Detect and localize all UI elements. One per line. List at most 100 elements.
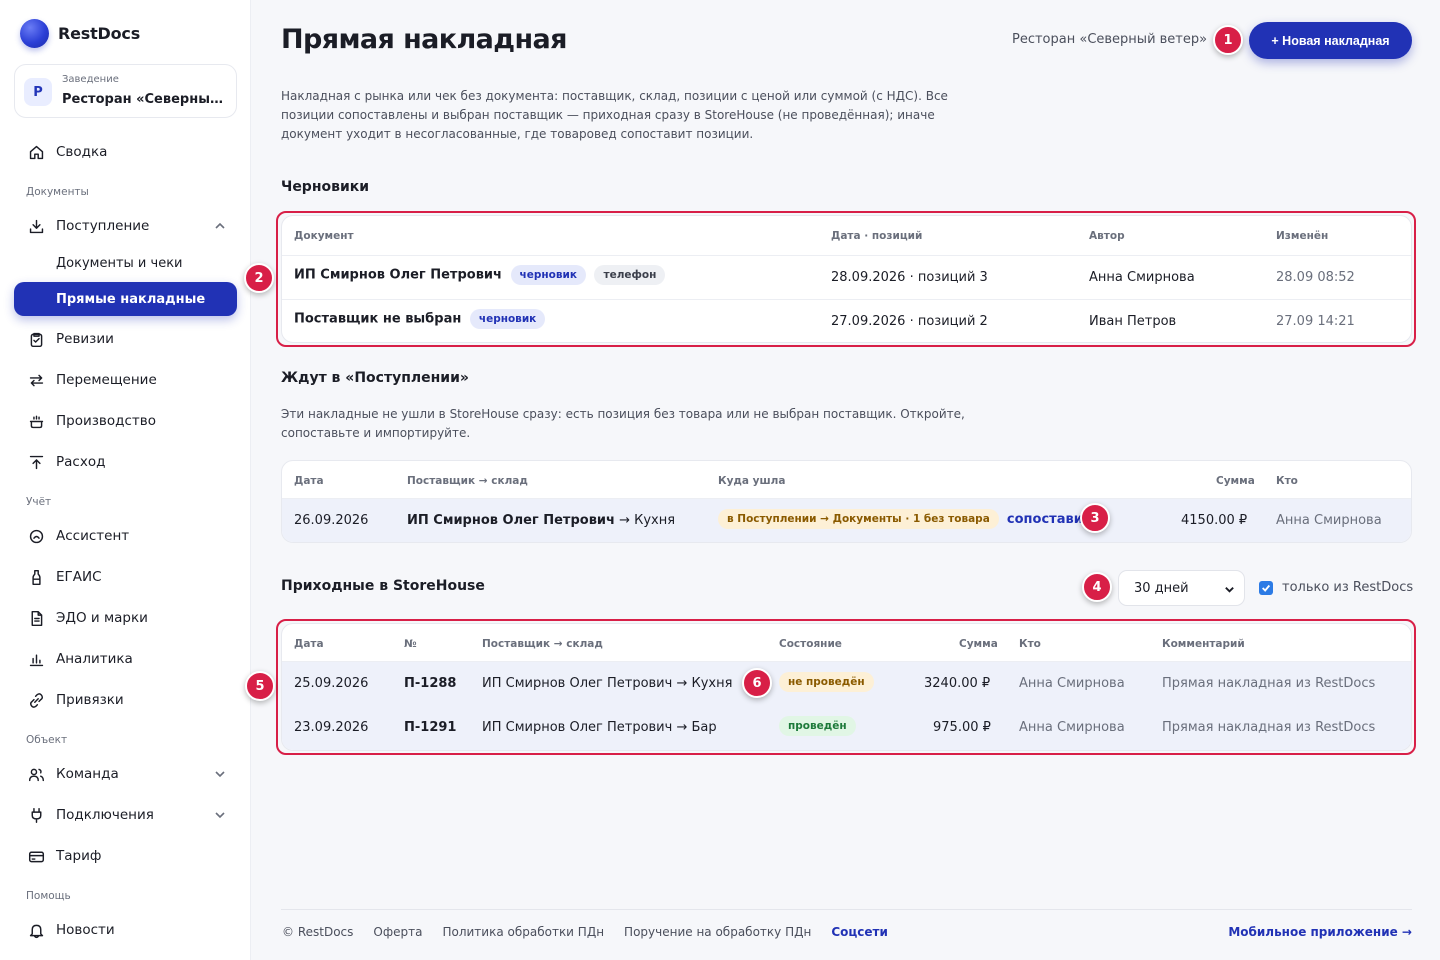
nav-section-uchet: Учёт xyxy=(26,496,52,508)
col-supplier: Поставщик → склад xyxy=(407,475,528,487)
brand[interactable]: RestDocs xyxy=(20,19,140,48)
col-date: Дата xyxy=(294,638,324,650)
status-badge: черновик xyxy=(510,265,586,285)
status-badge: проведён xyxy=(779,716,856,736)
nav-item-analytics[interactable]: Аналитика xyxy=(14,642,237,676)
col-state: Состояние xyxy=(779,638,842,650)
footer-social-link[interactable]: Соцсети xyxy=(831,925,888,939)
intro-text: Накладная с рынка или чек без документа:… xyxy=(281,89,948,141)
incoming-who: Анна Смирнова xyxy=(1019,720,1125,735)
footer-copyright: © RestDocs xyxy=(282,925,354,939)
nav-label: Сводка xyxy=(56,144,108,160)
nav-label: Перемещение xyxy=(56,372,157,388)
status-badge: не проведён xyxy=(779,672,874,692)
nav-label: Расход xyxy=(56,454,106,470)
nav-section-object: Объект xyxy=(26,734,68,746)
incoming-table: Дата № Поставщик → склад Состояние Сумма… xyxy=(281,623,1412,751)
new-invoice-button[interactable]: + Новая накладная xyxy=(1249,22,1412,59)
footer-order-link[interactable]: Поручение на обработку ПДн xyxy=(624,925,811,939)
only-restdocs-label[interactable]: только из RestDocs xyxy=(1282,580,1413,595)
nav-sub-direct-invoices[interactable]: Прямые накладные xyxy=(14,282,237,316)
col-author: Автор xyxy=(1089,230,1125,242)
table-row[interactable]: 25.09.2026 П-1288 ИП Смирнов Олег Петров… xyxy=(282,662,1411,706)
annotation-marker: 3 xyxy=(1080,503,1110,533)
nav-label: Новости xyxy=(56,922,115,938)
status-badge: в Поступлении → Документы · 1 без товара xyxy=(718,509,999,529)
nav-item-privyazki[interactable]: Привязки xyxy=(14,683,237,717)
nav-sub-docs-checks[interactable]: Документы и чеки xyxy=(14,246,237,280)
footer-offer-link[interactable]: Оферта xyxy=(373,925,422,939)
annotation-marker: 1 xyxy=(1213,25,1243,55)
incoming-date: 25.09.2026 xyxy=(294,676,369,691)
nav-label: Производство xyxy=(56,413,156,429)
col-date: Дата xyxy=(294,475,324,487)
page-title: Прямая накладная xyxy=(281,24,568,55)
card-icon xyxy=(27,847,45,865)
venue-switcher[interactable]: Р Заведение Ресторан «Северный ветер» xyxy=(14,64,237,118)
table-row[interactable]: Поставщик не выбран черновик 27.09.2026 … xyxy=(282,299,1411,342)
upload-icon xyxy=(27,453,45,471)
bottle-icon xyxy=(27,568,45,586)
waiting-sum: 4150.00 ₽ xyxy=(1181,513,1248,528)
table-row[interactable]: 23.09.2026 П-1291 ИП Смирнов Олег Петров… xyxy=(282,706,1411,750)
nav-item-connections[interactable]: Подключения xyxy=(14,798,237,832)
sidebar: RestDocs Р Заведение Ресторан «Северный … xyxy=(0,0,251,960)
table-row[interactable]: 26.09.2026 ИП Смирнов Олег Петрович → Ку… xyxy=(282,499,1411,542)
assistant-icon xyxy=(27,527,45,545)
mobile-app-link[interactable]: Мобильное приложение → xyxy=(1228,925,1412,939)
draft-doc: ИП Смирнов Олег Петрович черновик телефо… xyxy=(294,265,666,285)
header-venue: Ресторан «Северный ветер» xyxy=(1012,32,1208,47)
only-restdocs-checkbox[interactable] xyxy=(1259,581,1273,595)
period-select[interactable]: 30 дней xyxy=(1118,570,1245,606)
supplier-name: ИП Смирнов Олег Петрович xyxy=(407,513,615,528)
drafts-table: Документ Дата · позиций Автор Изменён ИП… xyxy=(281,215,1412,343)
incoming-supplier: ИП Смирнов Олег Петрович → Бар xyxy=(482,720,717,735)
drafts-title: Черновики xyxy=(281,179,370,195)
nav-item-team[interactable]: Команда xyxy=(14,757,237,791)
doc-name: Поставщик не выбран xyxy=(294,311,462,327)
transfer-icon xyxy=(27,371,45,389)
download-icon xyxy=(27,217,45,235)
incoming-supplier: ИП Смирнов Олег Петрович → Кухня xyxy=(482,676,733,691)
chevron-down-icon xyxy=(1225,587,1234,593)
status-badge: черновик xyxy=(469,309,546,329)
annotation-marker: 4 xyxy=(1082,572,1112,602)
waiting-who: Анна Смирнова xyxy=(1276,513,1382,528)
nav-item-rashod[interactable]: Расход xyxy=(14,445,237,479)
footer: © RestDocs Оферта Политика обработки ПДн… xyxy=(282,925,888,939)
incoming-date: 23.09.2026 xyxy=(294,720,369,735)
nav-item-svodka[interactable]: Сводка xyxy=(14,135,237,169)
nav-label: Команда xyxy=(56,766,119,782)
draft-author: Иван Петров xyxy=(1089,314,1177,329)
nav-item-peremeshchenie[interactable]: Перемещение xyxy=(14,363,237,397)
nav-item-revisii[interactable]: Ревизии xyxy=(14,322,237,356)
footer-divider xyxy=(281,909,1412,910)
col-num: № xyxy=(404,638,417,650)
nav-item-news[interactable]: Новости xyxy=(14,913,237,947)
nav-label: Аналитика xyxy=(56,651,133,667)
check-icon xyxy=(1262,584,1271,592)
nav-label: Ассистент xyxy=(56,528,130,544)
footer-policy-link[interactable]: Политика обработки ПДн xyxy=(442,925,604,939)
users-icon xyxy=(27,765,45,783)
nav-item-assistant[interactable]: Ассистент xyxy=(14,519,237,553)
col-sum: Сумма xyxy=(959,638,998,650)
nav-item-edo[interactable]: ЭДО и марки xyxy=(14,601,237,635)
incoming-num: П-1288 xyxy=(404,676,457,691)
col-doc: Документ xyxy=(294,230,354,242)
incoming-state: проведён xyxy=(775,716,856,736)
nav-label: ЕГАИС xyxy=(56,569,102,585)
nav-item-postuplenie[interactable]: Поступление xyxy=(14,209,237,243)
source-badge: телефон xyxy=(594,265,666,285)
table-row[interactable]: ИП Смирнов Олег Петрович черновик телефо… xyxy=(282,256,1411,300)
nav-item-proizvodstvo[interactable]: Производство xyxy=(14,404,237,438)
waiting-supplier: ИП Смирнов Олег Петрович → Кухня xyxy=(407,513,675,528)
nav-item-tariff[interactable]: Тариф xyxy=(14,839,237,873)
bar-chart-icon xyxy=(27,650,45,668)
col-changed: Изменён xyxy=(1276,230,1329,242)
nav-section-docs: Документы xyxy=(26,186,89,198)
draft-changed: 28.09 08:52 xyxy=(1276,270,1355,285)
nav-item-egais[interactable]: ЕГАИС xyxy=(14,560,237,594)
draft-doc: Поставщик не выбран черновик xyxy=(294,309,546,329)
nav-label: Привязки xyxy=(56,692,124,708)
